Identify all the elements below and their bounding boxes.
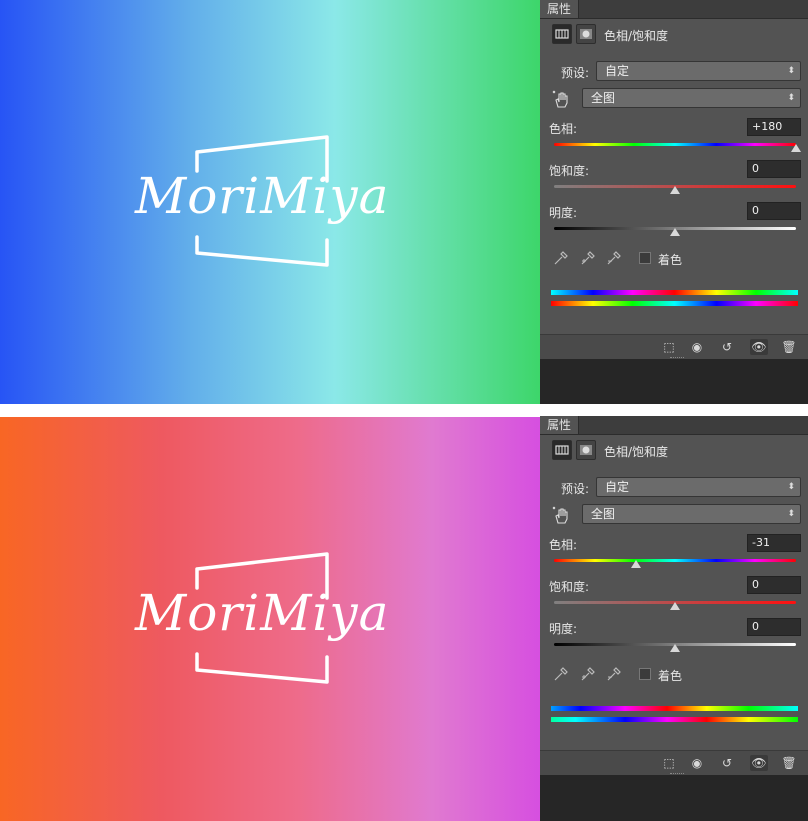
updown-arrow-icon: ⬍	[787, 509, 795, 519]
hue-label: 色相:	[549, 538, 578, 552]
output-color-bar	[551, 301, 798, 306]
logo-text: MoriMiya	[134, 584, 389, 642]
panel-empty-area	[540, 775, 808, 821]
lightness-value-field[interactable]: 0	[747, 618, 801, 636]
document-canvas-top: MoriMiya	[0, 0, 540, 404]
eyedropper-icon[interactable]	[553, 250, 569, 266]
channel-value: 全图	[591, 507, 616, 521]
mask-icon[interactable]	[576, 440, 596, 460]
hue-saturation-adjustment-icon[interactable]	[552, 440, 572, 460]
targeted-adjustment-hand-icon[interactable]	[552, 90, 572, 110]
saturation-value-field[interactable]: 0	[747, 160, 801, 178]
lightness-label: 明度:	[549, 622, 578, 636]
hue-label: 色相:	[549, 122, 578, 136]
hue-value-field[interactable]: +180	[747, 118, 801, 136]
preset-value: 自定	[605, 64, 630, 78]
colorize-label: 着色	[658, 669, 683, 683]
hue-saturation-adjustment-icon[interactable]	[552, 24, 572, 44]
panel-tab-bar: 属性	[540, 416, 808, 435]
updown-arrow-icon: ⬍	[787, 66, 795, 76]
saturation-value-field[interactable]: 0	[747, 576, 801, 594]
eyedropper-icon[interactable]	[553, 666, 569, 682]
hue-slider-track[interactable]	[554, 143, 796, 146]
view-previous-state-icon[interactable]: ◉	[688, 339, 706, 355]
trash-icon[interactable]: 🗑	[780, 755, 798, 771]
trash-icon[interactable]: 🗑	[780, 339, 798, 355]
channel-dropdown[interactable]: 全图 ⬍	[582, 504, 801, 524]
updown-arrow-icon: ⬍	[787, 482, 795, 492]
panel-bottom-toolbar: ⬚ ◉ ↺ 👁 🗑	[540, 750, 808, 775]
preset-value: 自定	[605, 480, 630, 494]
eyedropper-subtract-icon[interactable]	[606, 250, 622, 266]
input-color-bar	[551, 290, 798, 295]
colorize-checkbox[interactable]	[639, 668, 651, 680]
hue-slider-thumb[interactable]	[631, 560, 642, 568]
panel-tab-bar: 属性	[540, 0, 808, 19]
saturation-slider-thumb[interactable]	[670, 186, 680, 194]
document-canvas-bottom: MoriMiya	[0, 417, 540, 821]
preset-label: 预设:	[561, 482, 590, 496]
mask-icon[interactable]	[576, 24, 596, 44]
clip-to-layer-icon[interactable]: ⬚	[660, 339, 678, 355]
logo-graphic: MoriMiya	[134, 552, 389, 684]
properties-panel-top: 属性 色相/饱和度 预设: 自定 ⬍ 全图 ⬍ 色相: +180 饱和度: 0 …	[540, 0, 808, 404]
reset-icon[interactable]: ↺	[718, 755, 736, 771]
hue-slider-track[interactable]	[554, 559, 796, 562]
channel-value: 全图	[591, 91, 616, 105]
panel-bottom-toolbar: ⬚ ◉ ↺ 👁 🗑	[540, 334, 808, 359]
saturation-slider-thumb[interactable]	[670, 602, 680, 610]
eyedropper-subtract-icon[interactable]	[606, 666, 622, 682]
visibility-eye-icon[interactable]: 👁	[750, 339, 768, 355]
logo-text: MoriMiya	[134, 167, 389, 225]
lightness-slider-thumb[interactable]	[670, 228, 680, 236]
logo-graphic: MoriMiya	[134, 135, 389, 267]
properties-panel-bottom: 属性 色相/饱和度 预设: 自定 ⬍ 全图 ⬍ 色相: -31 饱和度: 0 明…	[540, 416, 808, 821]
reset-icon[interactable]: ↺	[718, 339, 736, 355]
view-previous-state-icon[interactable]: ◉	[688, 755, 706, 771]
targeted-adjustment-hand-icon[interactable]	[552, 506, 572, 526]
tab-properties[interactable]: 属性	[540, 416, 579, 434]
saturation-label: 饱和度:	[549, 580, 590, 594]
preset-dropdown[interactable]: 自定 ⬍	[596, 477, 801, 497]
preset-label: 预设:	[561, 66, 590, 80]
tab-properties[interactable]: 属性	[540, 0, 579, 18]
colorize-checkbox[interactable]	[639, 252, 651, 264]
updown-arrow-icon: ⬍	[787, 93, 795, 103]
clip-to-layer-icon[interactable]: ⬚	[660, 755, 678, 771]
panel-empty-area	[540, 359, 808, 404]
eyedropper-add-icon[interactable]	[580, 666, 596, 682]
channel-dropdown[interactable]: 全图 ⬍	[582, 88, 801, 108]
visibility-eye-icon[interactable]: 👁	[750, 755, 768, 771]
output-color-bar	[551, 717, 798, 722]
lightness-slider-thumb[interactable]	[670, 644, 680, 652]
preset-dropdown[interactable]: 自定 ⬍	[596, 61, 801, 81]
eyedropper-add-icon[interactable]	[580, 250, 596, 266]
hue-slider-thumb[interactable]	[791, 144, 801, 152]
panel-title: 色相/饱和度	[604, 29, 669, 43]
colorize-label: 着色	[658, 253, 683, 267]
panel-title: 色相/饱和度	[604, 445, 669, 459]
saturation-label: 饱和度:	[549, 164, 590, 178]
input-color-bar	[551, 706, 798, 711]
hue-value-field[interactable]: -31	[747, 534, 801, 552]
lightness-value-field[interactable]: 0	[747, 202, 801, 220]
lightness-label: 明度:	[549, 206, 578, 220]
